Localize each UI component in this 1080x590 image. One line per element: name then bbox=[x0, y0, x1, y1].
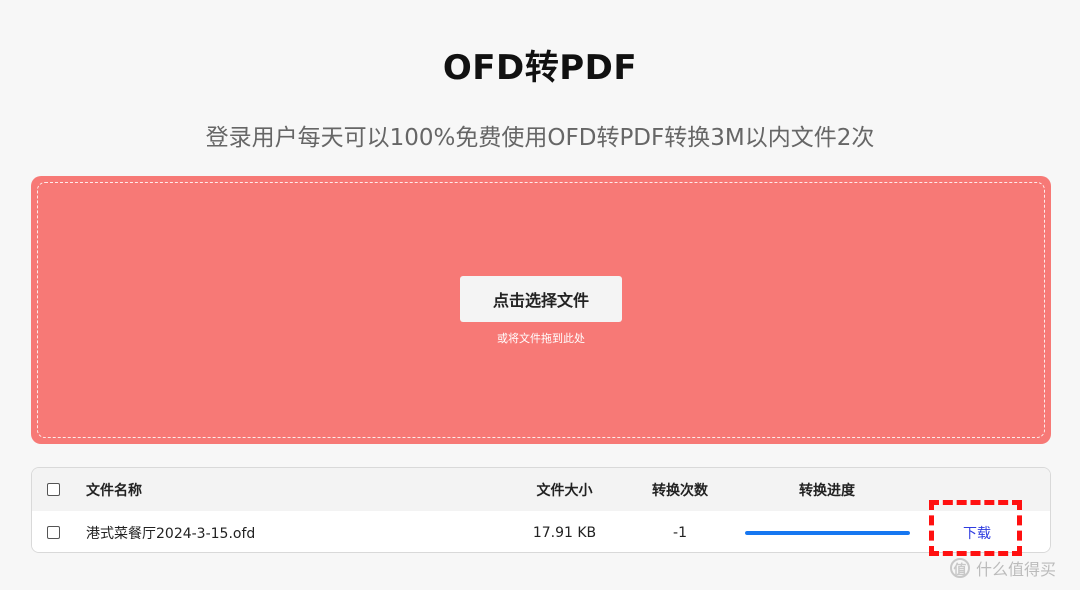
select-all-checkbox[interactable] bbox=[47, 483, 60, 496]
action-cell: 下载 bbox=[922, 511, 1032, 552]
file-name: 港式菜餐厅2024-3-15.ofd bbox=[86, 525, 256, 542]
choose-file-button[interactable]: 点击选择文件 bbox=[460, 276, 622, 322]
progress-fill bbox=[744, 530, 910, 535]
page: OFD转PDF 登录用户每天可以100%免费使用OFD转PDF转换3M以内文件2… bbox=[0, 0, 1080, 590]
page-title: OFD转PDF bbox=[442, 48, 638, 88]
header-convert-count: 转换次数 bbox=[652, 482, 708, 499]
progress-cell bbox=[742, 511, 912, 552]
progress-bar bbox=[744, 530, 910, 535]
convert-count: -1 bbox=[673, 524, 687, 541]
download-link[interactable]: 下载 bbox=[963, 523, 991, 543]
header-file-name: 文件名称 bbox=[86, 482, 142, 499]
table-header: 文件名称 文件大小 转换次数 转换进度 bbox=[32, 468, 1050, 511]
watermark-logo-icon: 值 bbox=[950, 558, 970, 578]
watermark: 值 什么值得买 bbox=[950, 556, 1056, 580]
header-convert-progress: 转换进度 bbox=[799, 482, 855, 499]
drop-hint: 或将文件拖到此处 bbox=[497, 332, 585, 345]
file-table: 文件名称 文件大小 转换次数 转换进度 港式菜餐厅2024-3-15.ofd 1… bbox=[31, 467, 1051, 553]
file-dropzone[interactable]: 点击选择文件 或将文件拖到此处 bbox=[31, 176, 1051, 444]
table-row: 港式菜餐厅2024-3-15.ofd 17.91 KB -1 下载 bbox=[32, 511, 1050, 552]
row-checkbox[interactable] bbox=[47, 526, 60, 539]
header-file-size: 文件大小 bbox=[536, 482, 593, 499]
row-checkbox-cell bbox=[47, 511, 67, 552]
page-subtitle: 登录用户每天可以100%免费使用OFD转PDF转换3M以内文件2次 bbox=[205, 125, 875, 151]
header-checkbox-cell bbox=[47, 468, 67, 511]
watermark-text: 什么值得买 bbox=[976, 560, 1057, 579]
file-size: 17.91 KB bbox=[532, 524, 597, 541]
